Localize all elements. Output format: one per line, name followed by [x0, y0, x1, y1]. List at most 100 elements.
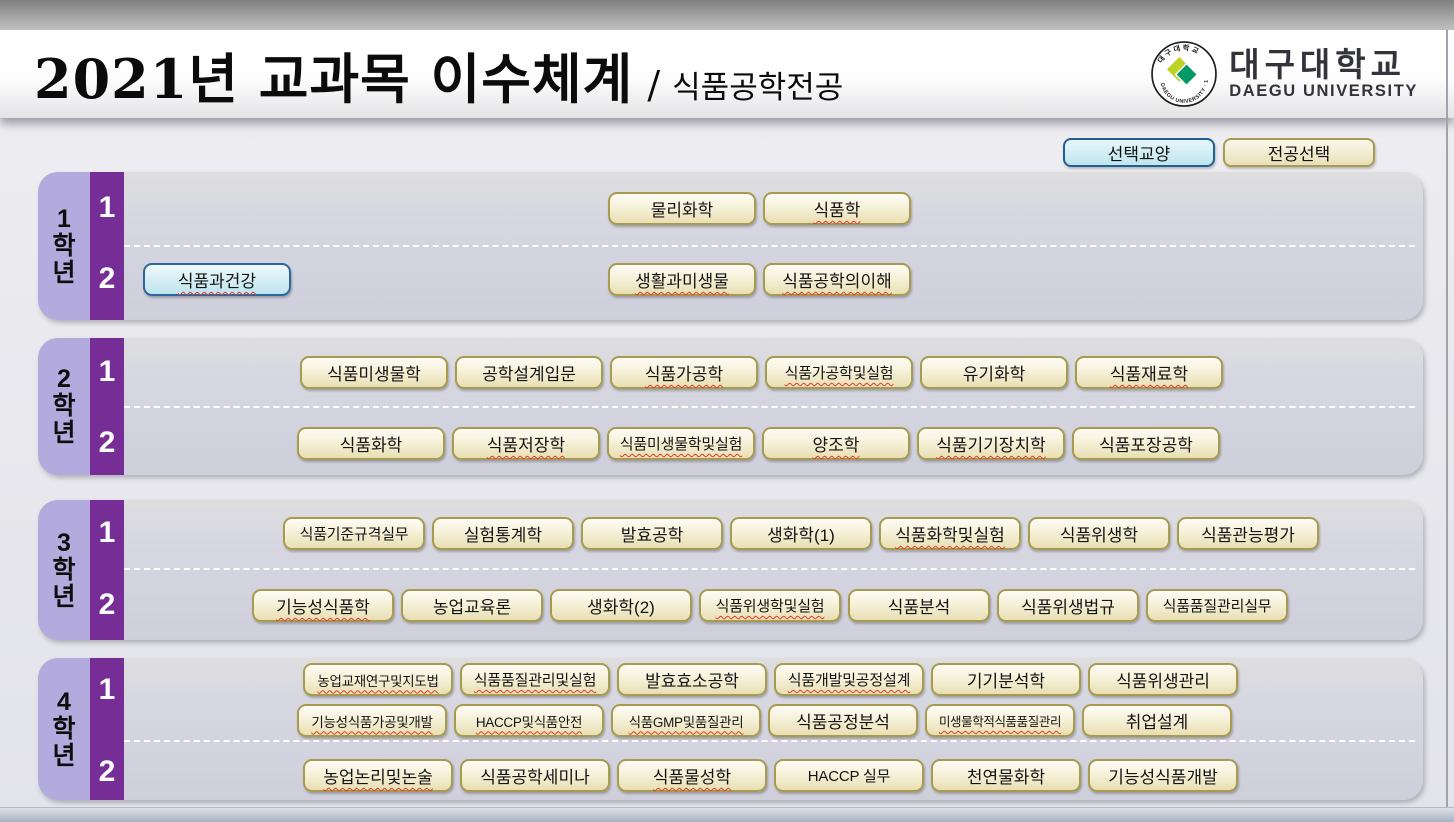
course-label: 식품개발및공정설계 [788, 669, 910, 690]
year-2-panel: 2학년12식품미생물학공학설계입문식품가공학식품가공학및실험유기화학식품재료학식… [38, 338, 1423, 475]
course-button[interactable]: 기능성식품가공및개발 [297, 704, 447, 737]
course-button[interactable]: HACCP 실무 [774, 759, 924, 792]
course-button[interactable]: 발효공학 [581, 517, 723, 550]
course-button[interactable]: 양조학 [762, 427, 910, 460]
course-row: 기능성식품가공및개발HACCP및식품안전식품GMP및품질관리식품공정분석 미생물학… [297, 704, 1232, 737]
course-button[interactable]: 식품GMP및품질관리 [611, 704, 761, 737]
course-label: 식품화학 [340, 431, 403, 456]
legend: 선택교양 전공선택 [1063, 138, 1375, 167]
slide: 2021년 교과목 이수체계 / 식품공학전공 대 구 대 학 교 DAEGU … [0, 0, 1454, 822]
year-label-char: 년 [52, 743, 75, 770]
course-label: 천연물화학 [967, 763, 1045, 788]
course-row: 농업논리및논술 식품공학세미나 식품물성학 HACCP 실무 천연물화학 기능성식품개발 [303, 759, 1238, 792]
course-label: 실험통계학 [464, 521, 542, 546]
course-label: 기능성식품개발 [1108, 763, 1217, 788]
course-button[interactable]: 기능성식품개발 [1088, 759, 1238, 792]
year-4-panel: 4학년12농업교재연구및지도법식품품질관리및실험발효효소공학식품개발및공정설계기… [38, 658, 1423, 800]
course-button[interactable]: 식품위생학 [1028, 517, 1170, 550]
course-button[interactable]: 식품공학세미나 [460, 759, 610, 792]
course-label: 양조학 [813, 431, 860, 456]
course-label: 식품가공학 [645, 360, 723, 385]
course-button[interactable]: 식품위생관리 [1088, 663, 1238, 696]
course-button[interactable]: 식품과건강 [143, 263, 291, 296]
course-row: 물리화학식품학 [608, 192, 911, 225]
course-label: 식품품질관리및실험 [474, 669, 596, 690]
course-label: 식품위생관리 [1116, 667, 1210, 692]
title-band: 2021년 교과목 이수체계 / 식품공학전공 대 구 대 학 교 DAEGU … [0, 30, 1454, 118]
course-label: 식품물성학 [653, 763, 731, 788]
legend-elective-liberal[interactable]: 선택교양 [1063, 138, 1215, 167]
course-button[interactable]: 식품가공학 [610, 356, 758, 389]
course-button[interactable]: 식품공정분석 [768, 704, 918, 737]
course-button[interactable]: 식품관능평가 [1177, 517, 1319, 550]
course-label: 발효효소공학 [645, 667, 739, 692]
course-label: 미생물학적식품품질관리 [939, 711, 1061, 730]
semester-number: 2 [90, 262, 124, 296]
course-button[interactable]: 식품개발및공정설계 [774, 663, 924, 696]
semester-number: 1 [90, 673, 124, 707]
course-button[interactable]: 식품화학및실험 [879, 517, 1021, 550]
course-button[interactable]: 식품저장학 [452, 427, 600, 460]
course-button[interactable]: 식품기준규격실무 [283, 517, 425, 550]
course-button[interactable]: 생화학(2) [550, 589, 692, 622]
course-button[interactable]: 식품분석 [848, 589, 990, 622]
course-label: 공학설계입문 [482, 360, 576, 385]
course-button[interactable]: 생화학(1) [730, 517, 872, 550]
course-label: 식품재료학 [1110, 360, 1188, 385]
course-button[interactable]: 유기화학 [920, 356, 1068, 389]
course-button[interactable]: 식품미생물학및실험 [607, 427, 755, 460]
course-label: 농업논리및논술 [323, 763, 432, 788]
year-label-char: 년 [52, 260, 75, 287]
legend-major-elective[interactable]: 전공선택 [1223, 138, 1375, 167]
course-button[interactable]: 농업교재연구및지도법 [303, 663, 453, 696]
course-button[interactable]: 식품학 [763, 192, 911, 225]
course-label: 식품미생물학 [327, 360, 421, 385]
course-button[interactable]: HACCP및식품안전 [454, 704, 604, 737]
course-button[interactable]: 천연물화학 [931, 759, 1081, 792]
course-button[interactable]: 식품공학의이해 [763, 263, 911, 296]
logo-name-english: DAEGU UNIVERSITY [1229, 82, 1418, 101]
logo-text: 대구대학교 DAEGU UNIVERSITY [1229, 48, 1418, 101]
year-label-char: 학 [52, 233, 75, 260]
course-button[interactable]: 실험통계학 [432, 517, 574, 550]
course-label: 농업교육론 [433, 593, 511, 618]
course-label: HACCP 실무 [808, 765, 890, 786]
course-button[interactable]: 물리화학 [608, 192, 756, 225]
course-button[interactable]: 취업설계 [1082, 704, 1232, 737]
semester-number: 1 [90, 191, 124, 225]
year-label-4: 4학년 [38, 658, 90, 800]
semester-number: 2 [90, 588, 124, 622]
course-button[interactable]: 식품물성학 [617, 759, 767, 792]
page-title: 2021년 교과목 이수체계 / 식품공학전공 [34, 35, 843, 114]
course-button[interactable]: 농업논리및논술 [303, 759, 453, 792]
course-button[interactable]: 식품가공학및실험 [765, 356, 913, 389]
course-button[interactable]: 생활과미생물 [608, 263, 756, 296]
bottom-bar [0, 807, 1454, 822]
course-button[interactable]: 식품품질관리실무 [1146, 589, 1288, 622]
course-button[interactable]: 식품기기장치학 [917, 427, 1065, 460]
course-row: 식품미생물학 공학설계입문 식품가공학 식품가공학및실험유기화학 식품재료학 [300, 356, 1223, 389]
course-button[interactable]: 발효효소공학 [617, 663, 767, 696]
year-label-char: 학 [52, 393, 75, 420]
course-button[interactable]: 식품화학 [297, 427, 445, 460]
course-row: 식품과건강 생활과미생물식품공학의이해 [143, 263, 911, 296]
course-button[interactable]: 식품위생학및실험 [699, 589, 841, 622]
year-1-panel: 1학년 12 물리화학식품학식품과건강 생활과미생물식품공학의이해 [38, 172, 1423, 320]
semester-strip: 12 [90, 500, 124, 640]
course-button[interactable]: 식품포장공학 [1072, 427, 1220, 460]
course-button[interactable]: 미생물학적식품품질관리 [925, 704, 1075, 737]
year-label-char: 2 [57, 366, 71, 393]
course-button[interactable]: 식품위생법규 [997, 589, 1139, 622]
course-button[interactable]: 기기분석학 [931, 663, 1081, 696]
course-button[interactable]: 식품미생물학 [300, 356, 448, 389]
course-button[interactable]: 공학설계입문 [455, 356, 603, 389]
semester-strip: 12 [90, 172, 124, 320]
course-button[interactable]: 식품재료학 [1075, 356, 1223, 389]
semester-divider [124, 406, 1415, 408]
course-label: 생화학(2) [587, 593, 655, 618]
course-button[interactable]: 식품품질관리및실험 [460, 663, 610, 696]
course-label: 식품포장공학 [1099, 431, 1193, 456]
course-button[interactable]: 기능성식품학 [252, 589, 394, 622]
semester-strip: 12 [90, 658, 124, 800]
course-button[interactable]: 농업교육론 [401, 589, 543, 622]
